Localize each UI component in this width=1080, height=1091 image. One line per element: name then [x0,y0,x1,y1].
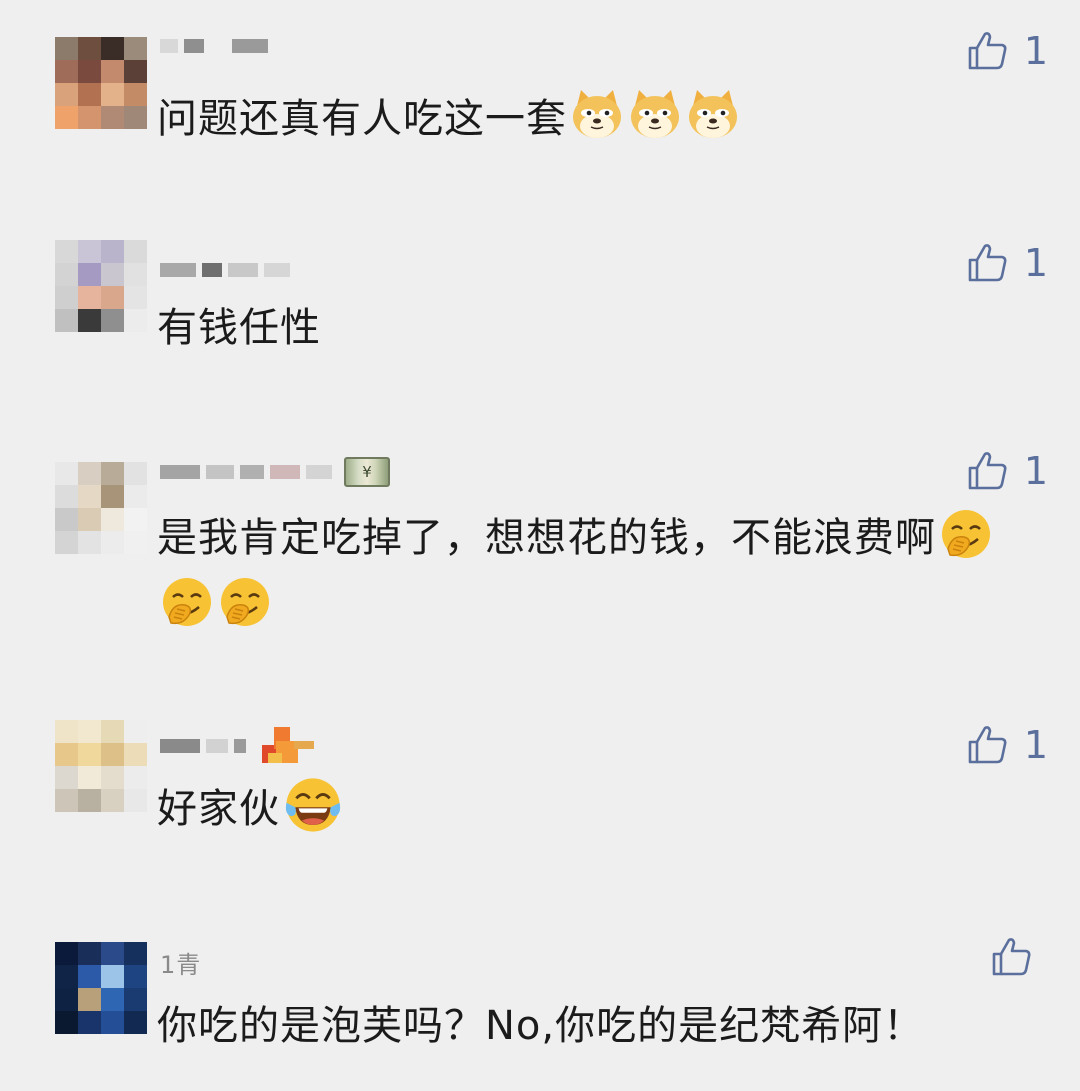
like-button[interactable]: 1 [966,240,1048,286]
nickname[interactable]: 1青 [160,948,201,979]
facepalm-laugh-icon [163,578,211,626]
thumbs-up-icon [992,938,1031,976]
nickname[interactable] [160,727,316,763]
comment-text-content: 是我肯定吃掉了，想想花的钱，不能浪费啊 [157,515,936,561]
like-button[interactable]: 1 [966,448,1048,494]
like-count: 1 [1023,29,1048,73]
comment-text: 好家伙 [157,774,1037,843]
thumbs-up-icon [968,32,1007,70]
doge-icon [689,90,737,138]
comment-text-content: 有钱任性 [157,305,321,351]
thumbs-up-icon [968,452,1007,490]
comment-text: 是我肯定吃掉了，想想花的钱，不能浪费啊 [157,504,1037,640]
like-count: 1 [1023,723,1048,767]
avatar[interactable] [55,720,147,812]
comment-text: 有钱任性 [157,294,1037,362]
money-icon: ¥ [344,457,390,487]
nickname[interactable] [160,256,296,284]
like-button[interactable] [990,934,1048,980]
nickname[interactable] [160,32,274,60]
avatar[interactable] [55,462,147,554]
doge-icon [573,90,621,138]
avatar[interactable] [55,240,147,332]
tears-of-joy-icon [285,778,341,832]
comment-text-content: 好家伙 [157,786,280,832]
thumbs-up-icon [968,244,1007,282]
like-count: 1 [1023,241,1048,285]
thumbs-up-icon [968,726,1007,764]
like-count: 1 [1023,449,1048,493]
doge-icon [631,90,679,138]
avatar[interactable] [55,942,147,1034]
like-button[interactable]: 1 [966,28,1048,74]
facepalm-laugh-icon [942,510,990,558]
comment-text-content: 你吃的是泡芙吗？No,你吃的是纪梵希阿！ [157,1003,925,1049]
avatar[interactable] [55,37,147,129]
comment-text-content: 问题还真有人吃这一套 [157,96,567,142]
fire-icon [258,725,316,767]
comment-text: 问题还真有人吃这一套 [157,85,1037,153]
comment-text: 你吃的是泡芙吗？No,你吃的是纪梵希阿！ [157,992,1037,1060]
nickname[interactable]: ¥ [160,457,390,487]
facepalm-laugh-icon [221,578,269,626]
like-button[interactable]: 1 [966,722,1048,768]
